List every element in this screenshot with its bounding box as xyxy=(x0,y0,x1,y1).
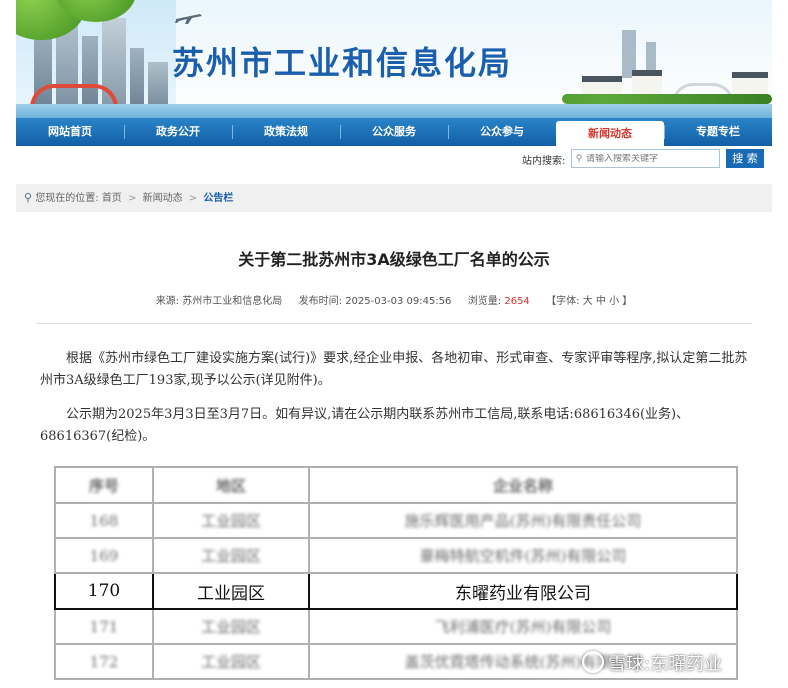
header-company: 企业名称 xyxy=(308,466,738,504)
font-size-label: 【字体: xyxy=(546,296,580,307)
magnifier-icon: ⚲ xyxy=(575,153,583,164)
font-size-close: 】 xyxy=(622,296,633,307)
article-meta: 来源: 苏州市工业和信息化局 发布时间: 2025-03-03 09:45:56… xyxy=(16,292,772,307)
search-box[interactable]: ⚲ xyxy=(571,149,720,168)
source-value: 苏州市工业和信息化局 xyxy=(182,296,283,307)
cell-index: 171 xyxy=(54,608,154,645)
search-input[interactable] xyxy=(586,153,714,164)
site-banner: 苏州市工业和信息化局 xyxy=(16,0,772,118)
table-row: 168 工业园区 施乐辉医用产品(苏州)有限责任公司 xyxy=(54,502,738,539)
nav-home[interactable]: 网站首页 xyxy=(16,118,124,146)
water-graphic xyxy=(16,104,772,118)
cell-index: 172 xyxy=(54,643,154,680)
header-index: 序号 xyxy=(54,466,154,504)
time-value: 2025-03-03 09:45:56 xyxy=(345,296,452,307)
site-title[interactable]: 苏州市工业和信息化局 xyxy=(172,38,512,84)
building-graphic xyxy=(148,62,168,106)
watermark: 雪球:东曜药业 xyxy=(582,650,722,676)
article-paragraph-2: 公示期为2025年3月3日至3月7日。如有异议,请在公示期内联系苏州市工信局,联… xyxy=(40,407,690,444)
article-paragraph-1: 根据《苏州市绿色工厂建设实施方案(试行)》要求,经企业申报、各地初审、形式审查、… xyxy=(40,351,748,388)
breadcrumb-separator: > xyxy=(128,193,137,204)
banner-skyline-left xyxy=(16,0,176,118)
cell-index: 169 xyxy=(54,537,154,574)
nav-public-service[interactable]: 公众服务 xyxy=(340,118,448,146)
cell-region: 工业园区 xyxy=(152,572,310,610)
cell-company: 豪梅特航空机件(苏州)有限公司 xyxy=(308,537,738,574)
nav-government-affairs[interactable]: 政务公开 xyxy=(124,118,232,146)
table-row-highlighted: 170 工业园区 东曜药业有限公司 xyxy=(54,572,738,610)
cell-company: 东曜药业有限公司 xyxy=(308,572,738,610)
breadcrumb: ⚲ 您现在的位置: 首页 > 新闻动态 > 公告栏 xyxy=(16,184,772,212)
breadcrumb-current[interactable]: 公告栏 xyxy=(203,193,233,204)
nav-special-topics[interactable]: 专题专栏 xyxy=(664,118,772,146)
cell-index: 170 xyxy=(54,572,154,610)
font-medium-button[interactable]: 中 xyxy=(596,296,606,307)
font-large-button[interactable]: 大 xyxy=(583,296,593,307)
building-graphic xyxy=(130,48,144,106)
divider xyxy=(36,323,752,324)
article-title: 关于第二批苏州市3A级绿色工厂名单的公示 xyxy=(238,250,550,269)
font-small-button[interactable]: 小 xyxy=(609,296,619,307)
cell-company: 飞利浦医疗(苏州)有限公司 xyxy=(308,608,738,645)
cell-index: 168 xyxy=(54,502,154,539)
cell-region: 工业园区 xyxy=(152,643,310,680)
watermark-text: 雪球:东曜药业 xyxy=(608,654,723,675)
nav-public-participation[interactable]: 公众参与 xyxy=(448,118,556,146)
breadcrumb-separator: > xyxy=(188,193,198,204)
source-label: 来源: xyxy=(155,296,180,307)
airplane-icon xyxy=(175,14,202,24)
search-bar: 站内搜索: ⚲ 搜 索 xyxy=(16,146,772,172)
breadcrumb-prefix: 您现在的位置: xyxy=(35,193,99,204)
header-region: 地区 xyxy=(152,466,310,504)
factory-list-table: 序号 地区 企业名称 168 工业园区 施乐辉医用产品(苏州)有限责任公司 16… xyxy=(54,466,738,680)
cell-region: 工业园区 xyxy=(152,537,310,574)
cell-region: 工业园区 xyxy=(152,502,310,539)
table-row: 171 工业园区 飞利浦医疗(苏州)有限公司 xyxy=(54,608,738,645)
cell-company: 施乐辉医用产品(苏州)有限责任公司 xyxy=(308,502,738,539)
breadcrumb-news[interactable]: 新闻动态 xyxy=(143,193,183,204)
views-label: 浏览量: xyxy=(467,296,502,307)
views-count: 2654 xyxy=(504,296,530,307)
breadcrumb-home[interactable]: 首页 xyxy=(102,193,122,204)
table-header-row: 序号 地区 企业名称 xyxy=(54,466,738,504)
search-label: 站内搜索: xyxy=(522,156,566,167)
time-label: 发布时间: xyxy=(298,296,342,307)
greenery-graphic xyxy=(562,94,772,104)
snowball-logo-icon xyxy=(582,651,604,673)
main-nav: 网站首页 政务公开 政策法规 公众服务 公众参与 新闻动态 专题专栏 xyxy=(16,118,772,146)
nav-policies[interactable]: 政策法规 xyxy=(232,118,340,146)
cell-region: 工业园区 xyxy=(152,608,310,645)
location-pin-icon: ⚲ xyxy=(24,191,33,204)
search-button[interactable]: 搜 索 xyxy=(726,149,764,168)
nav-news[interactable]: 新闻动态 xyxy=(556,121,664,146)
table-row: 169 工业园区 豪梅特航空机件(苏州)有限公司 xyxy=(54,537,738,574)
